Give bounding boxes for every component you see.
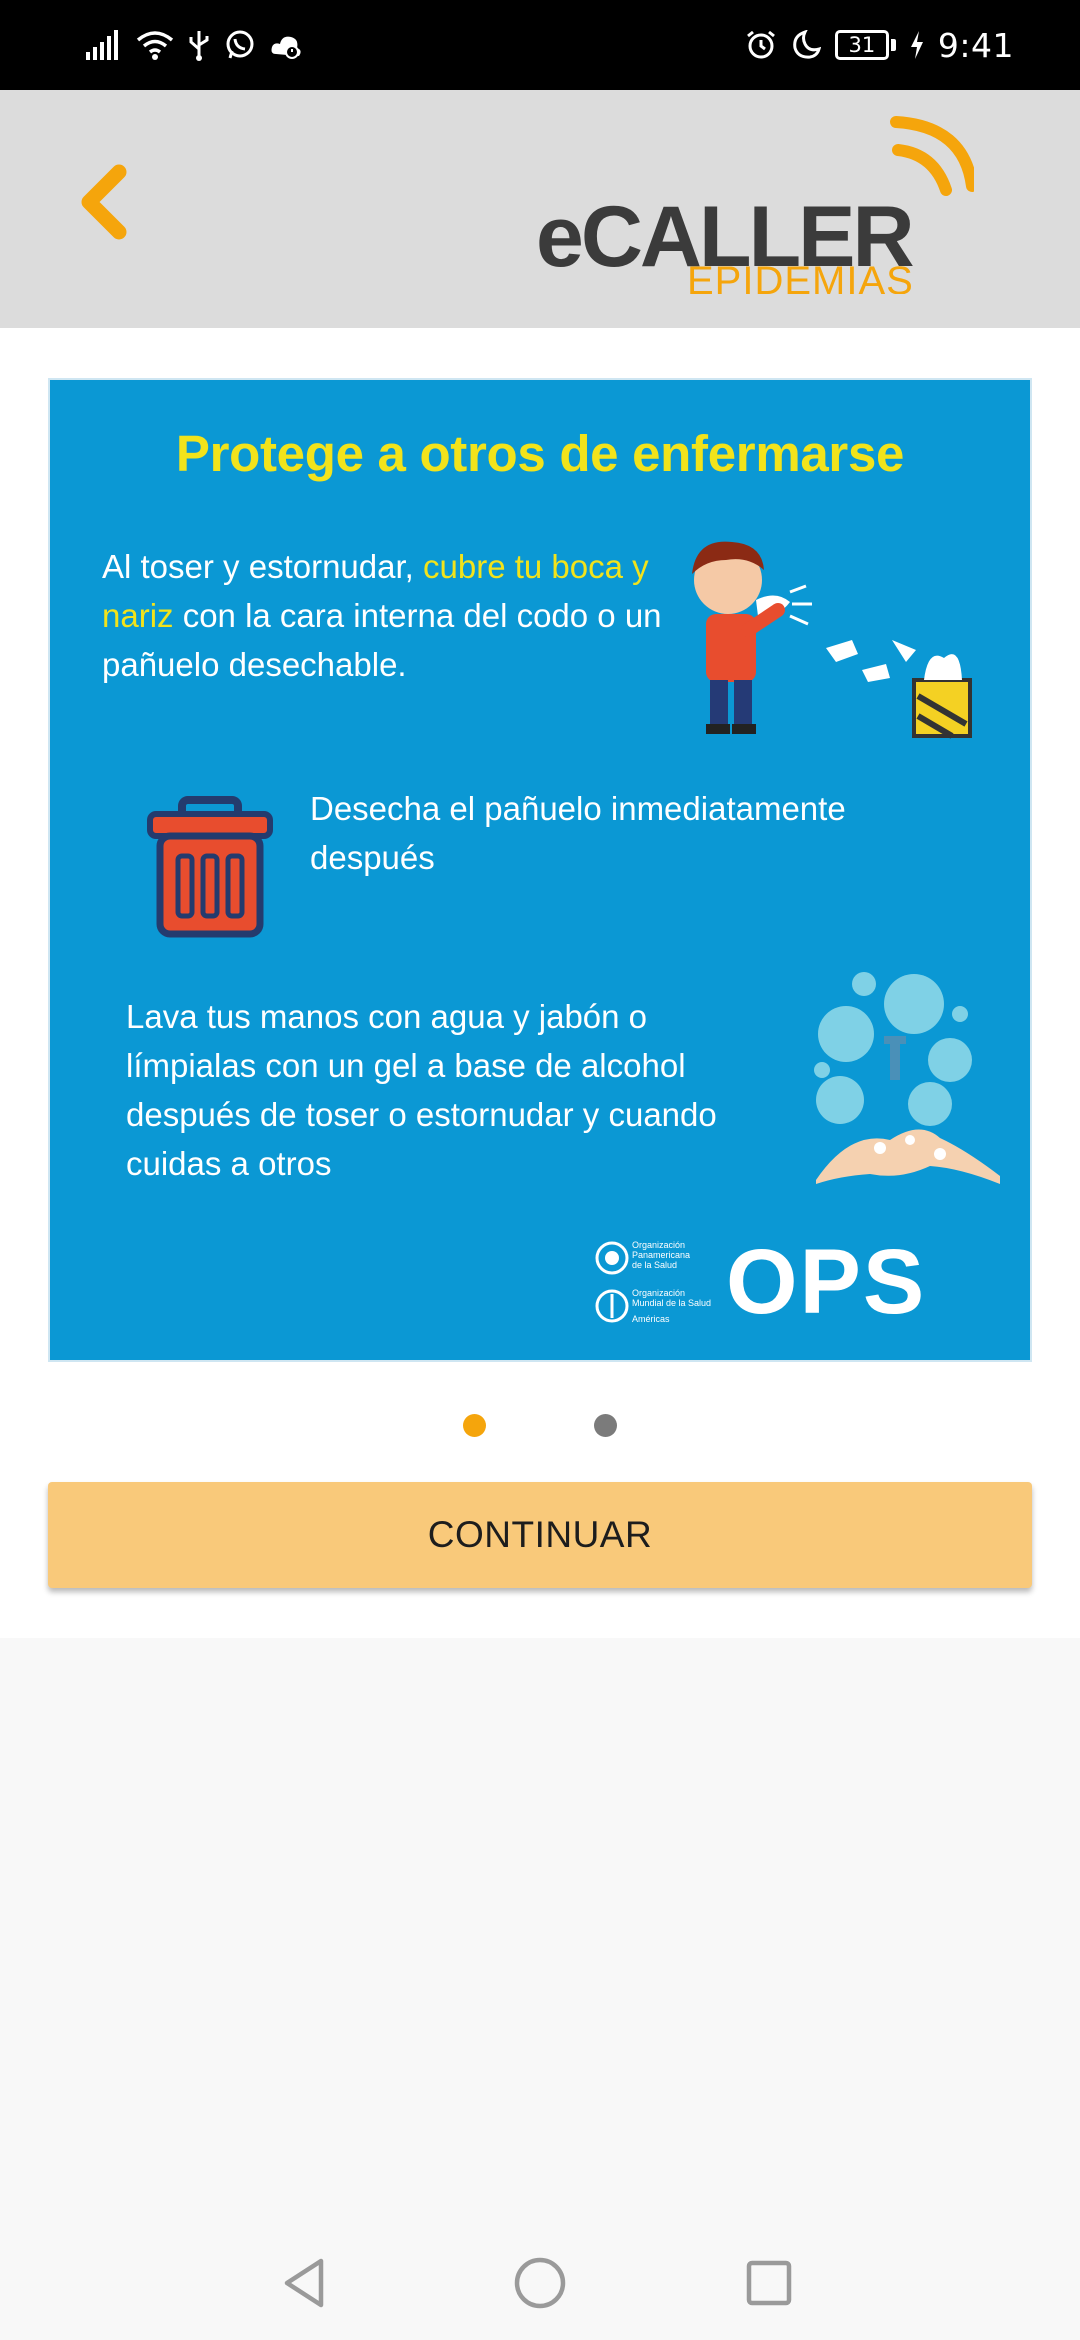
chevron-left-icon: [75, 164, 129, 245]
battery-level: 31: [834, 30, 889, 60]
wifi-icon: [136, 29, 174, 61]
card-item-cover-mouth: Al toser y estornudar, cubre tu boca y n…: [102, 548, 662, 683]
info-card: Protege a otros de enfermarse Al toser y…: [48, 378, 1032, 1362]
ops-small-logos: Organización Panamericana de la Salud Or…: [594, 1238, 724, 1332]
weather-icon: [270, 30, 304, 60]
nav-home-button[interactable]: [505, 2250, 575, 2320]
who-emblem-icon: [595, 1289, 629, 1323]
battery-icon: 31: [834, 30, 896, 60]
card-item-dispose-tissue: Desecha el pañuelo inmediatamente despué…: [310, 790, 846, 876]
app-logo: eCALLER EPIDEMIAS: [534, 114, 978, 303]
hand-washing-illustration: [814, 972, 1000, 1184]
moon-icon: [791, 30, 821, 60]
card-item-wash-hands: Lava tus manos con agua y jabón o límpia…: [126, 998, 717, 1182]
trash-can-icon: [147, 796, 273, 938]
back-button[interactable]: [62, 154, 142, 254]
card-title: Protege a otros de enfermarse: [175, 425, 905, 482]
pager-dot-1[interactable]: [463, 1414, 486, 1437]
charging-icon: [910, 31, 924, 59]
pager-dot-2[interactable]: [594, 1414, 617, 1437]
ops-logo: Organización Panamericana de la Salud Or…: [594, 1232, 984, 1332]
status-bar: 31 9:41: [0, 0, 1080, 90]
status-bar-left: [86, 22, 304, 68]
sneezing-person-illustration: [692, 541, 972, 739]
continue-button[interactable]: CONTINUAR: [48, 1482, 1032, 1588]
signal-icon: [86, 30, 122, 60]
usb-icon: [188, 29, 210, 61]
home-circle-icon: [513, 2256, 567, 2315]
status-bar-right: 31 9:41: [745, 22, 1014, 68]
nav-back-button[interactable]: [270, 2250, 340, 2320]
ops-acronym: OPS: [726, 1231, 927, 1333]
logo-subtitle-text: EPIDEMIAS: [687, 259, 914, 294]
whatsapp-icon: [224, 29, 256, 61]
alarm-icon: [745, 29, 777, 61]
system-nav-bar: [0, 2210, 1080, 2340]
content-area: Protege a otros de enfermarse Al toser y…: [0, 328, 1080, 1638]
app-header: eCALLER EPIDEMIAS: [0, 90, 1080, 328]
back-triangle-icon: [281, 2257, 329, 2314]
nav-recents-button[interactable]: [734, 2250, 804, 2320]
recents-square-icon: [745, 2259, 793, 2312]
clock: 9:41: [937, 25, 1014, 65]
paho-emblem-icon: [595, 1241, 629, 1275]
pager-dots: [0, 1414, 1080, 1454]
